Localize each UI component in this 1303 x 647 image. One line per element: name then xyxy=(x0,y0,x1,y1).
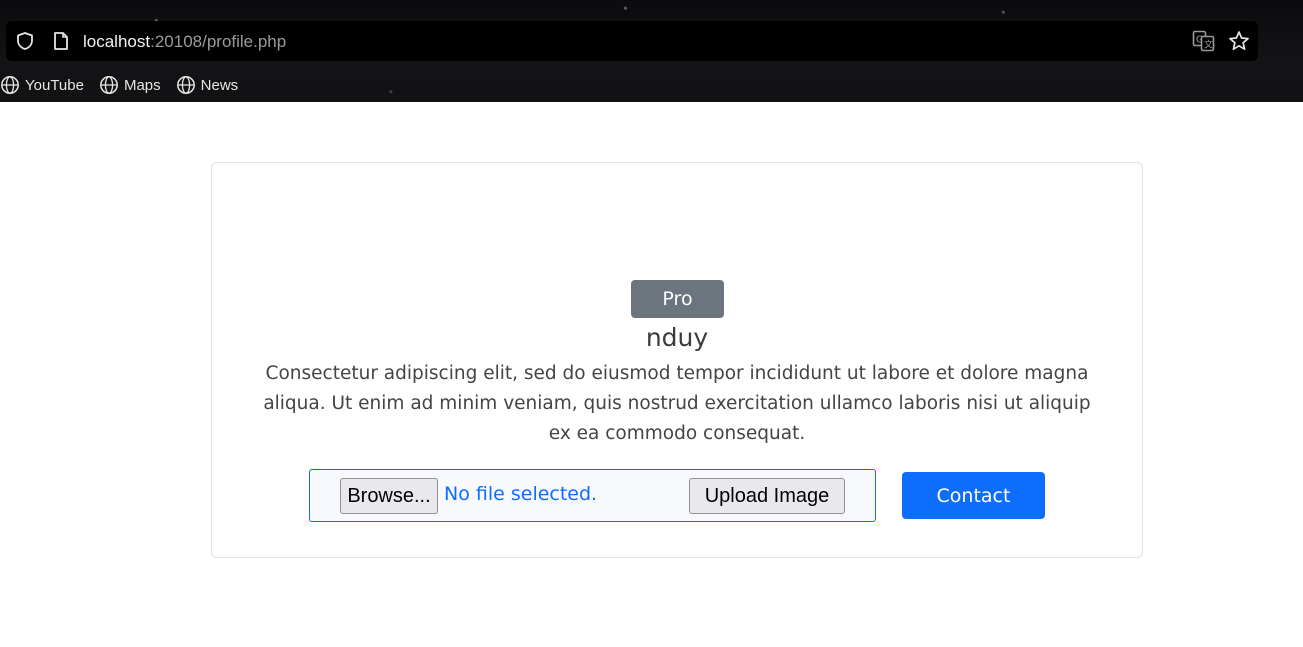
contact-button[interactable]: Contact xyxy=(902,472,1045,519)
shield-icon[interactable] xyxy=(15,31,35,51)
svg-text:文: 文 xyxy=(1204,39,1213,50)
page-icon xyxy=(52,31,70,51)
star-icon[interactable] xyxy=(1228,30,1250,52)
url-text[interactable]: localhost:20108/profile.php xyxy=(83,32,286,52)
status-badge: Pro xyxy=(631,280,724,318)
browser-chrome: localhost:20108/profile.php G 文 YouTube … xyxy=(0,0,1303,102)
url-host: localhost xyxy=(83,32,151,51)
translate-icon[interactable]: G 文 xyxy=(1192,30,1216,52)
bookmark-label: Maps xyxy=(123,76,161,94)
url-path: :20108/profile.php xyxy=(150,32,287,51)
globe-icon xyxy=(99,75,119,95)
file-status-text: No file selected. xyxy=(444,483,598,505)
bookmark-maps[interactable]: Maps xyxy=(99,75,161,95)
address-bar[interactable]: localhost:20108/profile.php G 文 xyxy=(6,21,1258,61)
globe-icon xyxy=(0,75,20,95)
bookmarks-bar: YouTube Maps News xyxy=(0,74,253,96)
profile-card: Pro nduy Consectetur adipiscing elit, se… xyxy=(211,162,1143,558)
profile-bio: Consectetur adipiscing elit, sed do eius… xyxy=(263,363,1091,444)
bookmark-youtube[interactable]: YouTube xyxy=(0,75,84,95)
profile-username: nduy xyxy=(645,323,709,352)
globe-icon xyxy=(176,75,196,95)
bookmark-news[interactable]: News xyxy=(176,75,239,95)
browse-button[interactable]: Browse... xyxy=(340,478,438,514)
bookmark-label: News xyxy=(200,76,239,94)
upload-image-button[interactable]: Upload Image xyxy=(689,478,845,514)
image-upload-form: Browse... No file selected. Upload Image xyxy=(309,469,876,522)
bookmark-label: YouTube xyxy=(25,76,84,94)
